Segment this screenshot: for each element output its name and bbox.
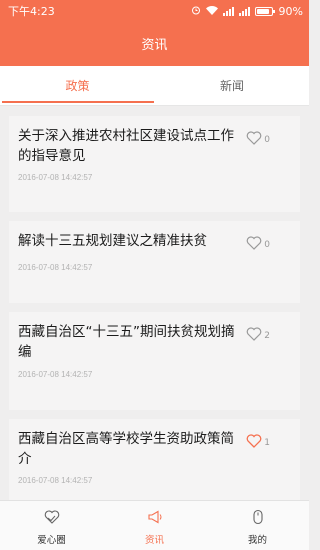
like-button[interactable]: 0: [246, 130, 270, 149]
page-title: 资讯: [141, 38, 168, 53]
status-icons: [191, 5, 275, 18]
article-card-2[interactable]: 解读十三五规划建议之精准扶贫 0 2016-07-08 14:42:57: [9, 221, 300, 303]
battery-percent: 90%: [278, 4, 303, 18]
status-right: 90%: [191, 5, 303, 18]
article-card-1[interactable]: 关于深入推进农村社区建设试点工作的指导意见 0 2016-07-08 14:42…: [9, 116, 300, 212]
heart-hands-icon: [43, 509, 61, 528]
app-header: 下午4:23 90% 资讯: [0, 0, 309, 66]
status-time: 下午4:23: [8, 5, 55, 18]
like-button[interactable]: 1: [246, 433, 270, 452]
like-button[interactable]: 0: [246, 235, 270, 254]
article-card-3[interactable]: 西藏自治区“十三五”期间扶贫规划摘编 2 2016-07-08 14:42:57: [9, 312, 300, 410]
article-title: 关于深入推进农村社区建设试点工作的指导意见: [18, 128, 234, 164]
article-title: 西藏自治区高等学校学生资助政策简介: [18, 431, 234, 467]
heart-icon: [246, 130, 262, 149]
nav-label: 资讯: [144, 535, 164, 546]
tab-policy[interactable]: 政策: [0, 66, 155, 106]
nav-item-mine[interactable]: 我的: [206, 501, 309, 550]
alarm-icon: [191, 5, 201, 18]
article-card-4[interactable]: 西藏自治区高等学校学生资助政策简介 1 2016-07-08 14:42:57: [9, 419, 300, 500]
heart-icon: [246, 235, 262, 254]
status-bar: 下午4:23 90%: [0, 0, 309, 22]
signal-icon-2: [238, 6, 250, 16]
battery-icon: [254, 6, 275, 16]
heart-icon: [246, 326, 262, 345]
article-title: 西藏自治区“十三五”期间扶贫规划摘编: [18, 324, 235, 360]
like-button[interactable]: 2: [246, 326, 270, 345]
tab-news[interactable]: 新闻: [155, 66, 309, 106]
signal-icon: [222, 6, 234, 16]
like-count: 1: [264, 437, 270, 448]
heart-icon-liked: [246, 433, 262, 452]
mouse-icon: [249, 509, 267, 528]
active-tab-indicator: [2, 101, 154, 103]
article-time: 2016-07-08 14:42:57: [18, 370, 93, 379]
tab-bar: 政策 新闻: [0, 66, 309, 106]
nav-item-news[interactable]: 资讯: [103, 501, 206, 550]
like-count: 2: [264, 330, 270, 341]
megaphone-icon: [146, 509, 164, 528]
like-count: 0: [264, 239, 270, 250]
article-time: 2016-07-08 14:42:57: [18, 263, 93, 272]
wifi-icon: [205, 5, 218, 18]
like-count: 0: [264, 134, 270, 145]
battery-fill: [256, 8, 270, 14]
nav-label: 爱心圈: [37, 535, 66, 546]
nav-label: 我的: [247, 535, 267, 546]
article-title: 解读十三五规划建议之精准扶贫: [18, 233, 207, 249]
article-time: 2016-07-08 14:42:57: [18, 476, 93, 485]
article-time: 2016-07-08 14:42:57: [18, 173, 93, 182]
nav-item-love-circle[interactable]: 爱心圈: [0, 501, 103, 550]
bottom-nav: 爱心圈 资讯 我的: [0, 500, 309, 550]
